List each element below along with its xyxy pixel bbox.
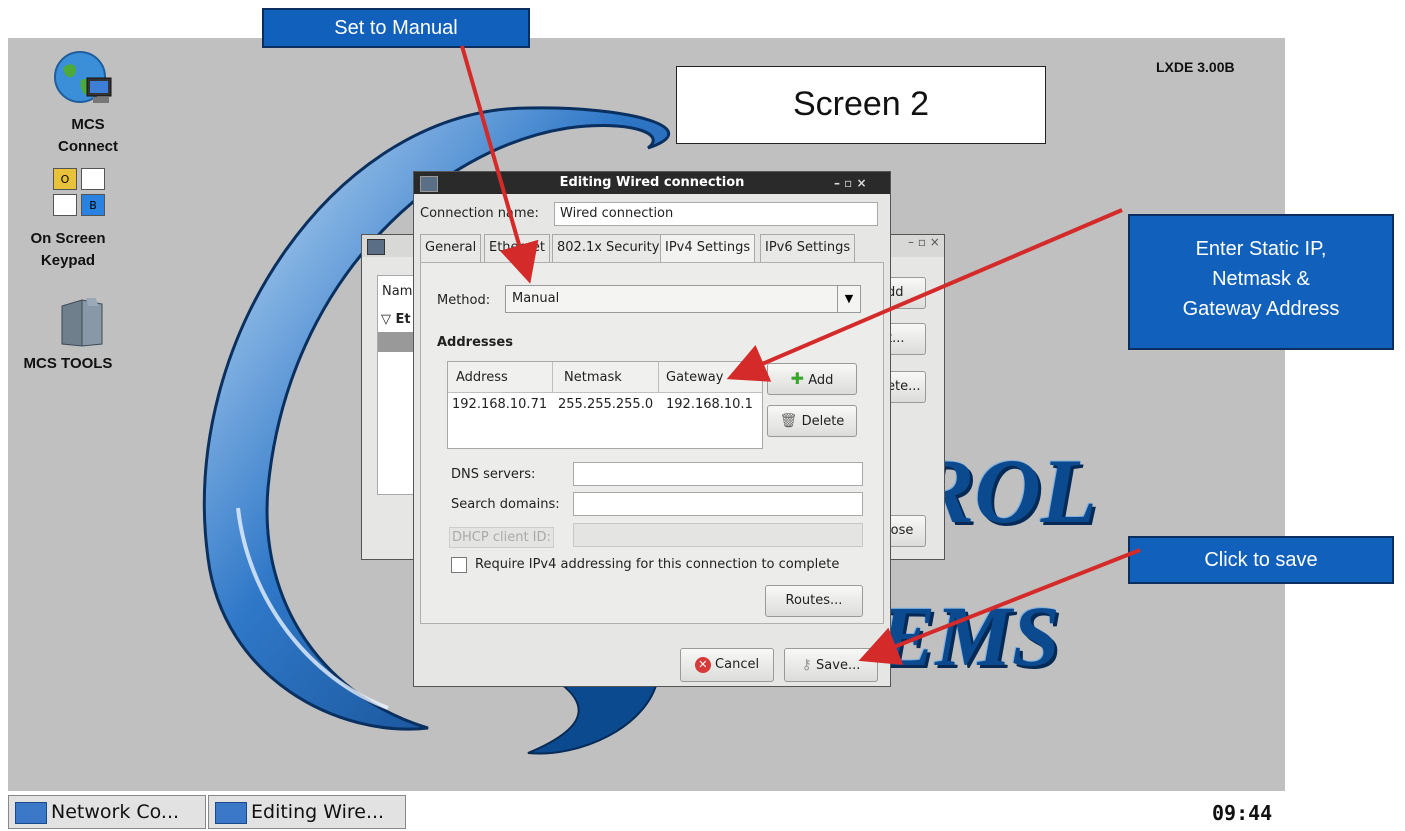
taskbar-item-network-connections[interactable]: Network Co... <box>8 795 206 829</box>
taskbar-item-label: Editing Wire... <box>251 801 385 823</box>
arrow-to-method <box>460 45 539 284</box>
network-icon <box>15 801 47 824</box>
arrow-to-gateway <box>726 208 1123 382</box>
network-icon <box>215 801 247 824</box>
taskbar-item-editing-wired[interactable]: Editing Wire... <box>208 795 406 829</box>
taskbar-item-label: Network Co... <box>51 801 180 823</box>
clock: 09:44 <box>1212 801 1273 825</box>
annotation-arrows <box>460 45 1141 665</box>
arrow-to-save <box>858 548 1141 665</box>
